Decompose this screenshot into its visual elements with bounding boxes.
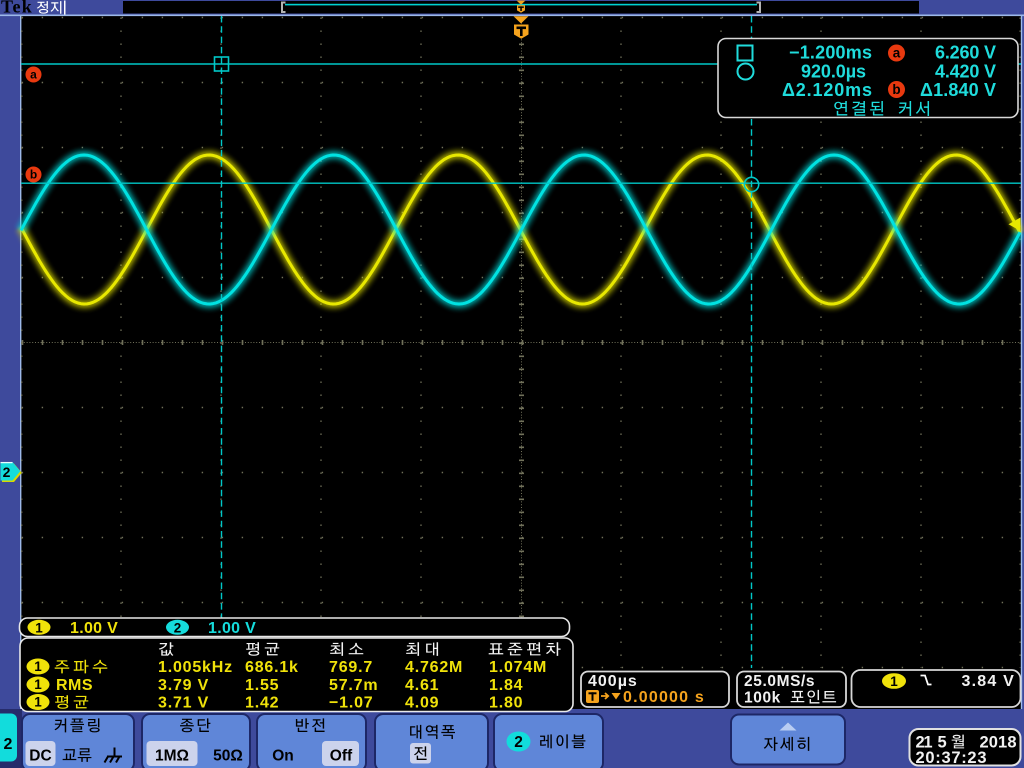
svg-text:b: b: [892, 82, 900, 97]
svg-text:2: 2: [514, 734, 523, 751]
svg-text:−1.07: −1.07: [329, 695, 373, 712]
svg-text:3.79 V: 3.79 V: [158, 677, 209, 694]
svg-text:RMS: RMS: [56, 677, 93, 694]
svg-text:3.84 V: 3.84 V: [962, 673, 1015, 690]
svg-text:On: On: [272, 748, 294, 765]
svg-text:3.71 V: 3.71 V: [158, 695, 209, 712]
svg-text:1.00 V: 1.00 V: [70, 620, 118, 637]
svg-text:a: a: [30, 68, 37, 82]
svg-text:100k: 100k: [744, 690, 781, 707]
svg-text:1: 1: [34, 659, 42, 674]
svg-text:1: 1: [35, 620, 43, 635]
svg-text:769.7: 769.7: [329, 659, 373, 676]
svg-text:50Ω: 50Ω: [213, 748, 243, 765]
svg-text:4.09: 4.09: [405, 695, 439, 712]
svg-text:Δ1.840 V: Δ1.840 V: [920, 80, 996, 100]
svg-text:920.0µs: 920.0µs: [801, 62, 866, 82]
svg-text:b: b: [30, 168, 37, 182]
svg-text:0.00000 s: 0.00000 s: [623, 689, 705, 706]
svg-text:1.80: 1.80: [489, 695, 523, 712]
svg-text:1.55: 1.55: [245, 677, 279, 694]
svg-text:Off: Off: [330, 748, 353, 765]
svg-text:−1.200ms: −1.200ms: [789, 43, 872, 63]
svg-text:57.7m: 57.7m: [329, 677, 378, 694]
svg-text:2: 2: [3, 464, 11, 480]
svg-text:1.005kHz: 1.005kHz: [158, 659, 233, 676]
svg-text:Tek: Tek: [1, 0, 33, 17]
svg-text:1: 1: [34, 695, 42, 710]
svg-text:25.0MS/s: 25.0MS/s: [744, 673, 815, 690]
svg-text:2: 2: [174, 620, 182, 635]
svg-text:1.074M: 1.074M: [489, 659, 547, 676]
svg-text:DC: DC: [29, 748, 51, 765]
svg-text:400µs: 400µs: [588, 673, 638, 690]
svg-text:1: 1: [890, 674, 898, 689]
svg-text:1.00 V: 1.00 V: [208, 620, 256, 637]
svg-text:1.42: 1.42: [245, 695, 279, 712]
svg-text:6.260 V: 6.260 V: [935, 43, 996, 63]
svg-text:1MΩ: 1MΩ: [155, 748, 189, 765]
svg-text:20:37:23: 20:37:23: [916, 749, 987, 767]
svg-text:4.762M: 4.762M: [405, 659, 463, 676]
svg-text:Δ2.120ms: Δ2.120ms: [782, 80, 872, 100]
svg-text:686.1k: 686.1k: [245, 659, 299, 676]
svg-text:a: a: [893, 46, 901, 61]
svg-text:1.84: 1.84: [489, 677, 523, 694]
svg-text:4.61: 4.61: [405, 677, 439, 694]
svg-text:1: 1: [34, 677, 42, 692]
svg-text:2: 2: [4, 736, 13, 753]
svg-text:4.420 V: 4.420 V: [935, 62, 996, 82]
